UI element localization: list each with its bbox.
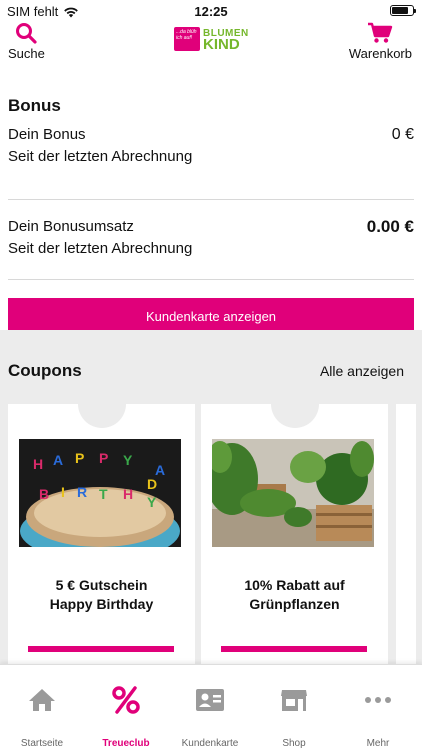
status-bar: SIM fehlt 12:25 — [0, 0, 422, 22]
cart-icon — [368, 22, 393, 43]
coupon-title: 10% Rabatt auf Grünpflanzen — [201, 576, 388, 614]
status-time: 12:25 — [194, 4, 228, 19]
bonus-section: Bonus Dein Bonus Seit der letzten Abrech… — [8, 96, 414, 336]
svg-text:Y: Y — [147, 494, 157, 510]
search-icon — [16, 23, 38, 44]
coupons-section: Coupons Alle anzeigen H A P P Y B I R T — [0, 346, 422, 664]
app-header: Suche ...da blüh ich auf! BLUMEN KIND Wa… — [0, 20, 422, 64]
svg-text:P: P — [75, 450, 84, 466]
coupon-image-green-plants — [212, 439, 374, 547]
bonus-row: Dein Bonus Seit der letzten Abrechnung 0… — [8, 118, 414, 200]
id-card-icon — [196, 689, 224, 711]
bonus-sub: Seit der letzten Abrechnung — [8, 148, 193, 165]
tab-label: Startseite — [20, 738, 64, 749]
svg-text:T: T — [99, 486, 108, 502]
svg-text:B: B — [39, 486, 49, 502]
search-button[interactable]: Suche — [8, 22, 45, 61]
brand-logo: ...da blüh ich auf! BLUMEN KIND — [174, 27, 249, 53]
logo-wordmark: BLUMEN KIND — [203, 28, 249, 53]
svg-text:H: H — [33, 456, 43, 472]
svg-text:P: P — [99, 450, 108, 466]
coupon-title-line1: 10% Rabatt auf — [244, 577, 345, 593]
coupon-card-next[interactable] — [396, 404, 416, 664]
coupon-title-line2: Happy Birthday — [49, 596, 154, 612]
bonus-label: Dein Bonus — [8, 126, 86, 143]
bonus-value: 0 € — [391, 126, 414, 143]
coupons-title: Coupons — [8, 361, 82, 380]
bonus-turnover-value: 0.00 € — [366, 217, 414, 236]
percent-icon — [112, 686, 140, 714]
cart-button[interactable]: Warenkorb — [349, 22, 412, 61]
coupon-image-birthday-cake: H A P P Y B I R T H D A Y — [19, 439, 181, 547]
store-icon — [281, 690, 307, 711]
tab-label: Mehr — [366, 738, 390, 749]
tab-label: Shop — [282, 738, 306, 749]
bonus-turnover-sub: Seit der letzten Abrechnung — [8, 240, 193, 257]
coupon-action-bar[interactable] — [28, 646, 174, 652]
cart-label: Warenkorb — [348, 46, 412, 61]
logo-line2: KIND — [203, 36, 240, 53]
show-all-coupons-link[interactable]: Alle anzeigen — [320, 363, 404, 379]
coupon-card-plants[interactable]: 10% Rabatt auf Grünpflanzen — [201, 380, 388, 664]
tab-label: Kundenkarte — [181, 738, 239, 749]
home-icon — [29, 689, 55, 711]
svg-text:R: R — [77, 484, 87, 500]
svg-text:H: H — [123, 486, 133, 502]
bonus-title: Bonus — [8, 96, 61, 115]
coupon-notch — [78, 380, 126, 428]
tab-treueclub[interactable]: Treueclub — [84, 665, 168, 750]
coupon-notch — [271, 380, 319, 428]
tab-bar: Startseite Treueclub Kundenkarte Shop Me… — [0, 664, 422, 750]
svg-text:A: A — [53, 452, 63, 468]
tab-label: Treueclub — [102, 738, 150, 749]
more-icon — [365, 697, 391, 703]
coupon-title-line2: Grünpflanzen — [249, 596, 340, 612]
bonus-turnover-row: Dein Bonusumsatz Seit der letzten Abrech… — [8, 206, 414, 280]
tab-mehr[interactable]: Mehr — [336, 665, 420, 750]
bonus-turnover-label: Dein Bonusumsatz — [8, 218, 134, 235]
battery-icon — [390, 5, 416, 16]
coupon-title: 5 € Gutschein Happy Birthday — [8, 576, 195, 614]
svg-text:D: D — [147, 476, 157, 492]
section-divider — [0, 330, 422, 346]
svg-text:I: I — [61, 484, 65, 500]
logo-badge: ...da blüh ich auf! — [174, 27, 200, 51]
svg-text:A: A — [155, 462, 165, 478]
tab-startseite[interactable]: Startseite — [0, 665, 84, 750]
search-label: Suche — [8, 46, 45, 61]
coupon-card-birthday[interactable]: H A P P Y B I R T H D A Y 5 € Gutschein … — [8, 380, 195, 664]
svg-text:Y: Y — [123, 452, 133, 468]
tab-kundenkarte[interactable]: Kundenkarte — [168, 665, 252, 750]
coupon-title-line1: 5 € Gutschein — [55, 577, 148, 593]
tab-shop[interactable]: Shop — [252, 665, 336, 750]
coupon-action-bar[interactable] — [221, 646, 367, 652]
